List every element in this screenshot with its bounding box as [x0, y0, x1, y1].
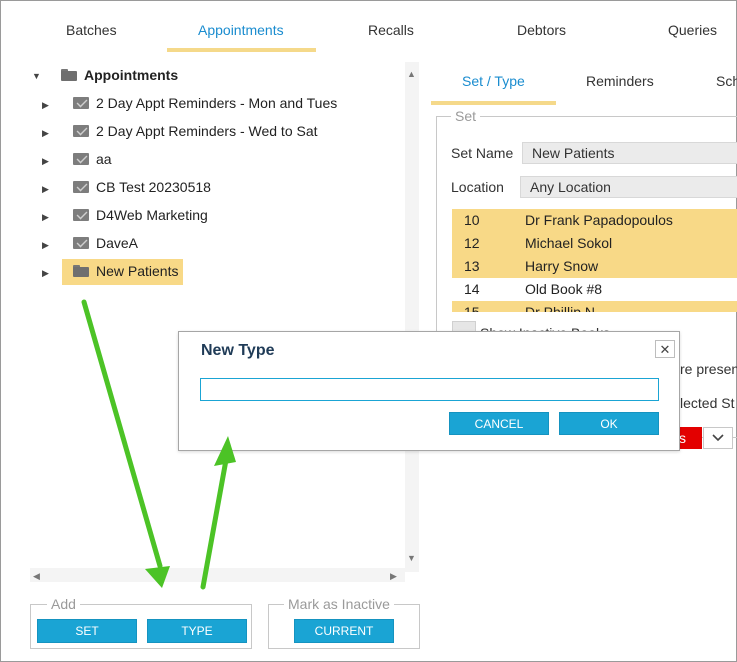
arrow-down-to-type-button	[81, 299, 170, 588]
annotation-arrows	[81, 299, 236, 590]
arrow-up-to-dialog	[200, 436, 236, 590]
